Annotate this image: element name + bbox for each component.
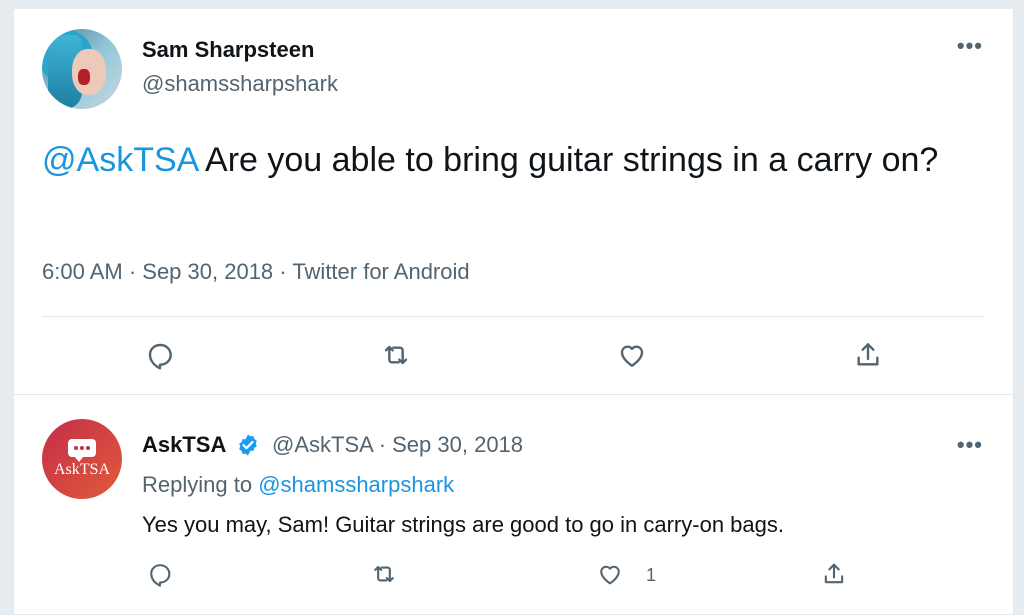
replying-to-link[interactable]: @shamssharpshark <box>258 472 454 497</box>
reply-text: Yes you may, Sam! Guitar strings are goo… <box>142 512 784 537</box>
main-tweet: Sam Sharpsteen @shamssharpshark ••• @Ask… <box>14 9 1013 395</box>
replying-prefix: Replying to <box>142 472 259 497</box>
like-icon[interactable] <box>614 337 650 373</box>
reply-icon[interactable] <box>142 556 178 592</box>
more-options-icon[interactable]: ••• <box>957 432 983 458</box>
tweet-actions <box>14 337 1013 377</box>
avatar[interactable]: AskTSA <box>42 419 122 499</box>
tweet-body: Are you able to bring guitar strings in … <box>197 141 939 179</box>
like-icon[interactable] <box>592 556 628 592</box>
divider <box>42 316 985 317</box>
like-count: 1 <box>646 565 657 585</box>
author-name[interactable]: Sam Sharpsteen <box>142 37 314 63</box>
author-handle[interactable]: @shamssharpshark <box>142 71 338 97</box>
tweet-thread: Sam Sharpsteen @shamssharpshark ••• @Ask… <box>13 9 1014 615</box>
share-icon[interactable] <box>816 556 852 592</box>
retweet-icon[interactable] <box>378 337 414 373</box>
avatar-logo-text: AskTSA <box>53 461 110 478</box>
share-icon[interactable] <box>850 337 886 373</box>
reply-actions <box>14 556 1013 592</box>
chat-bubble-icon <box>68 439 96 462</box>
mention-link[interactable]: @AskTSA <box>42 141 197 179</box>
replying-to: Replying to @shamssharpshark <box>142 472 454 498</box>
reply-tweet[interactable]: AskTSA AskTSA @AskTSA · Sep 30, 2018 •••… <box>14 396 1013 615</box>
tweet-timestamp[interactable]: 6:00 AM · Sep 30, 2018 · Twitter for And… <box>42 259 470 285</box>
verified-badge-icon <box>239 434 257 456</box>
reply-icon[interactable] <box>142 337 178 373</box>
author-handle-date[interactable]: @AskTSA · Sep 30, 2018 <box>272 432 523 458</box>
avatar[interactable] <box>42 29 122 109</box>
author-name[interactable]: AskTSA <box>142 432 226 458</box>
retweet-icon[interactable] <box>366 556 402 592</box>
more-options-icon[interactable]: ••• <box>957 33 983 59</box>
tweet-text: @AskTSA Are you able to bring guitar str… <box>42 139 992 181</box>
